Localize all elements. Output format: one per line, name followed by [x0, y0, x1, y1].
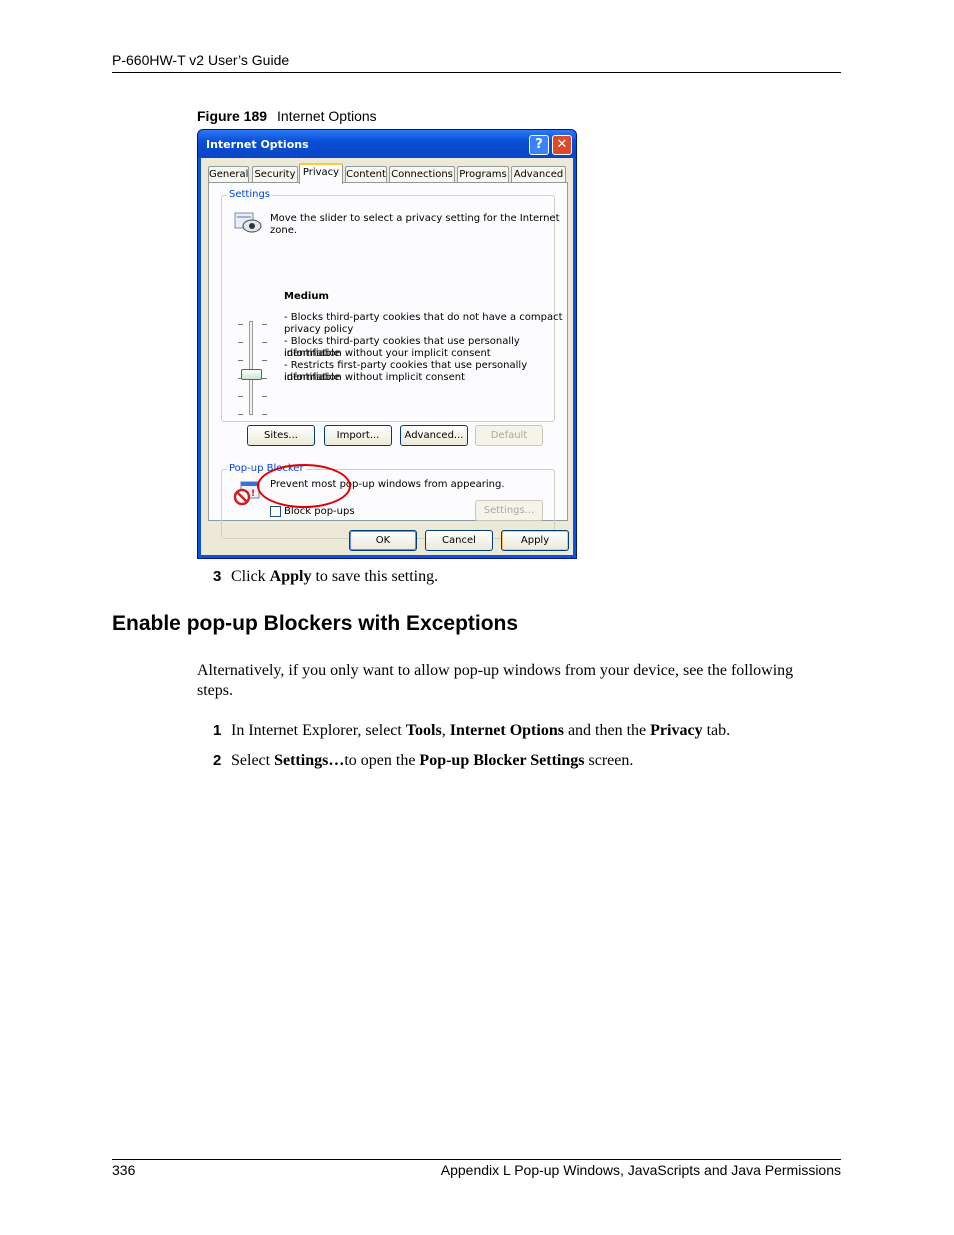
settings-group-label: Settings — [227, 189, 273, 200]
block-popups-checkbox[interactable] — [270, 506, 281, 517]
figure-title: Internet Options — [277, 108, 377, 124]
slider-tick — [262, 396, 267, 397]
step-text: , — [441, 722, 450, 739]
tab-advanced[interactable]: Advanced — [511, 166, 566, 183]
tab-connections[interactable]: Connections — [389, 166, 455, 183]
dialog-title: Internet Options — [206, 138, 309, 151]
figure-caption: Figure 189 Internet Options — [197, 108, 377, 124]
footer-chapter: Appendix L Pop-up Windows, JavaScripts a… — [440, 1162, 841, 1178]
slider-tick — [238, 342, 243, 343]
privacy-desc-line: information without implicit consent — [284, 372, 466, 383]
import-button[interactable]: Import... — [324, 425, 392, 446]
settings-intro-1: Move the slider to select a privacy sett… — [270, 213, 560, 224]
popup-settings-button[interactable]: Settings... — [475, 500, 543, 521]
settings-intro-2: zone. — [270, 225, 298, 236]
help-button[interactable]: ? — [529, 135, 549, 155]
privacy-slider-thumb[interactable] — [241, 369, 262, 380]
dialog-client: General Security Privacy Content Connect… — [201, 158, 573, 555]
step-bold-text: Internet Options — [449, 722, 564, 739]
slider-tick — [238, 414, 243, 415]
step-text: In Internet Explorer, select — [231, 722, 406, 739]
slider-tick — [262, 360, 267, 361]
step-number: 3 — [213, 568, 222, 585]
svg-text:!: ! — [251, 489, 255, 499]
internet-options-dialog: Internet Options ? ✕ General Security Pr… — [197, 129, 577, 559]
page-number: 336 — [112, 1162, 136, 1178]
step-2: 2 Select Settings…to open the Pop-up Bloc… — [213, 751, 633, 771]
privacy-desc-line: - Blocks third-party cookies that do not… — [284, 312, 563, 323]
step-bold-text: Pop-up Blocker Settings — [419, 752, 585, 769]
slider-tick — [262, 342, 267, 343]
step-text: Click — [231, 568, 270, 585]
step-text: Select — [231, 752, 275, 769]
page-header: P-660HW-T v2 User’s Guide — [112, 52, 841, 73]
sites-button[interactable]: Sites... — [247, 425, 315, 446]
close-icon: ✕ — [556, 137, 568, 152]
slider-tick — [262, 324, 267, 325]
privacy-panel: Settings Move the slider to select a pri… — [208, 182, 568, 539]
step-bold-text: Apply — [269, 568, 312, 585]
footer-rule — [112, 1159, 841, 1160]
default-button[interactable]: Default — [475, 425, 543, 446]
privacy-level: Medium — [284, 291, 329, 302]
step-text: and then the — [563, 722, 651, 739]
privacy-globe-icon — [234, 212, 262, 233]
step-bold-text: Privacy — [650, 722, 703, 739]
intro-line-1: Alternatively, if you only want to allow… — [197, 662, 794, 679]
section-heading: Enable pop-up Blockers with Exceptions — [112, 612, 519, 635]
cancel-button[interactable]: Cancel — [425, 530, 493, 551]
privacy-desc-line: information without your implicit consen… — [284, 348, 491, 359]
tab-content[interactable]: Content — [345, 166, 387, 183]
slider-tick — [238, 360, 243, 361]
slider-tick — [262, 414, 267, 415]
tab-general[interactable]: General — [208, 166, 249, 183]
apply-button[interactable]: Apply — [501, 530, 569, 551]
tab-privacy[interactable]: Privacy — [299, 163, 343, 184]
step-number: 1 — [213, 722, 222, 739]
step-3: 3 Click Apply to save this setting. — [213, 567, 438, 587]
dialog-titlebar[interactable]: Internet Options ? ✕ — [198, 130, 576, 158]
close-button[interactable]: ✕ — [552, 135, 572, 155]
figure-number: Figure 189 — [197, 108, 268, 124]
slider-tick — [262, 378, 267, 379]
privacy-slider-track[interactable] — [249, 321, 253, 415]
step-bold-text: Tools — [405, 722, 442, 739]
tab-programs[interactable]: Programs — [457, 166, 509, 183]
slider-tick — [238, 396, 243, 397]
highlight-oval — [257, 464, 351, 508]
ok-button[interactable]: OK — [349, 530, 417, 551]
step-number: 2 — [213, 752, 222, 769]
block-popups-label[interactable]: Block pop-ups — [284, 506, 355, 518]
step-text: to save this setting. — [311, 568, 439, 585]
step-text: tab. — [702, 722, 731, 739]
step-text: screen. — [584, 752, 634, 769]
help-icon: ? — [535, 137, 543, 152]
step-1: 1 In Internet Explorer, select Tools, Int… — [213, 721, 730, 741]
intro-line-2: steps. — [197, 682, 233, 699]
slider-tick — [238, 324, 243, 325]
header-title: P-660HW-T v2 User’s Guide — [112, 52, 290, 68]
privacy-desc-line: privacy policy — [284, 324, 354, 335]
step-text: to open the — [344, 752, 420, 769]
step-bold-text: Settings… — [274, 752, 345, 769]
advanced-button[interactable]: Advanced... — [400, 425, 468, 446]
tab-security[interactable]: Security — [252, 166, 298, 183]
